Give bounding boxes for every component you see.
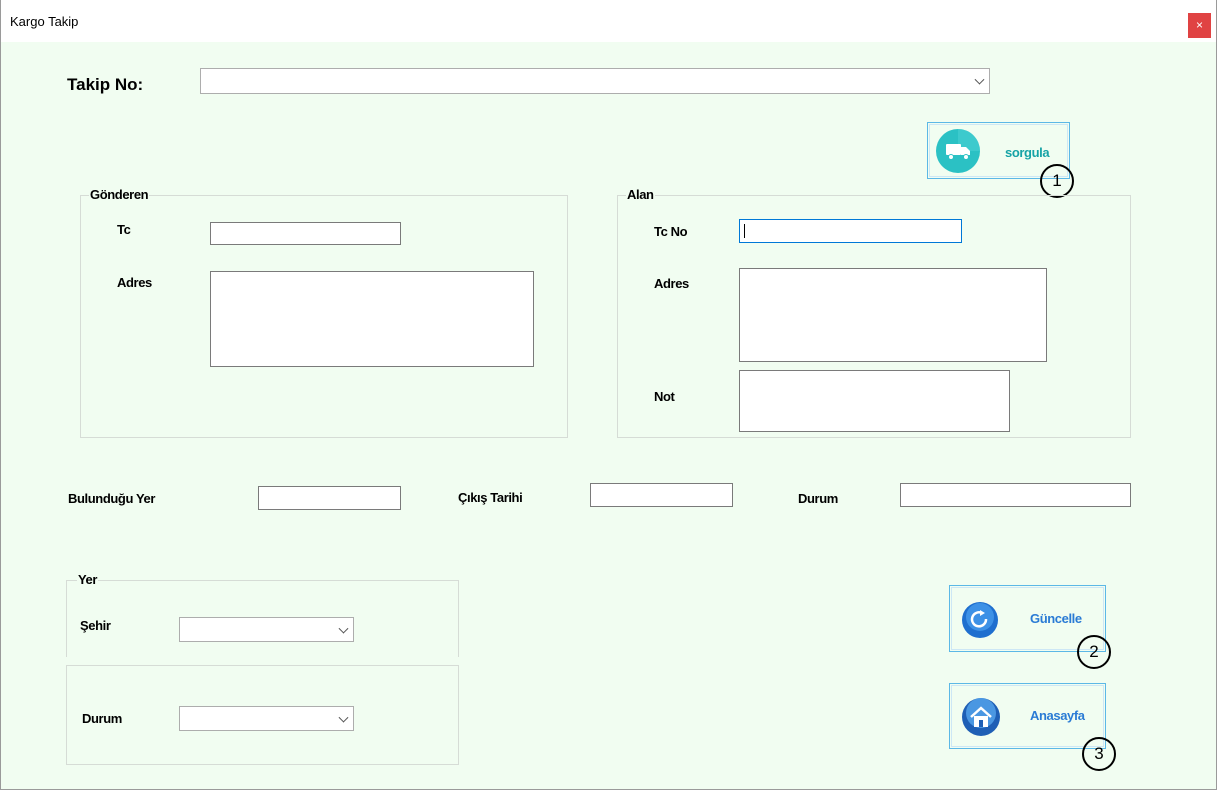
receiver-tc-label: Tc No: [654, 224, 688, 239]
status-input[interactable]: [900, 483, 1131, 507]
truck-icon: [936, 129, 980, 173]
annotation-marker-1: 1: [1040, 164, 1074, 198]
sender-tc-label: Tc: [117, 222, 131, 237]
receiver-address-textarea[interactable]: [739, 268, 1047, 362]
refresh-icon: [962, 602, 998, 638]
chevron-down-icon: [338, 712, 349, 723]
text-caret: [744, 224, 745, 238]
sender-address-textarea[interactable]: [210, 271, 534, 367]
home-button[interactable]: Anasayfa: [949, 683, 1106, 749]
receiver-note-label: Not: [654, 389, 675, 404]
close-icon: ×: [1195, 18, 1203, 32]
annotation-marker-3: 3: [1082, 737, 1116, 771]
receiver-group-title: Alan: [626, 187, 655, 202]
status-label: Durum: [798, 491, 838, 506]
receiver-tc-input[interactable]: [739, 219, 962, 243]
title-bar: Kargo Takip ×: [1, 0, 1216, 42]
receiver-note-textarea[interactable]: [739, 370, 1010, 432]
window-title: Kargo Takip: [10, 14, 79, 29]
query-button-label: sorgula: [1005, 145, 1050, 160]
chevron-down-icon: [974, 74, 985, 85]
place-group-title: Yer: [77, 572, 99, 587]
home-button-label: Anasayfa: [1030, 708, 1085, 723]
chevron-down-icon: [338, 623, 349, 634]
tracking-number-combo[interactable]: [200, 68, 990, 94]
place-status-combo[interactable]: [179, 706, 354, 731]
location-input[interactable]: [258, 486, 401, 510]
close-button[interactable]: ×: [1188, 13, 1211, 38]
receiver-address-label: Adres: [654, 276, 689, 291]
location-label: Bulunduğu Yer: [68, 491, 156, 506]
sender-tc-input[interactable]: [210, 222, 401, 245]
kargo-takip-window: Kargo Takip × Takip No: sorgula 1 Gönder…: [0, 0, 1217, 790]
place-status-label: Durum: [82, 711, 122, 726]
departure-date-label: Çıkış Tarihi: [458, 490, 523, 505]
tracking-label: Takip No:: [67, 75, 144, 94]
city-combo[interactable]: [179, 617, 354, 642]
sender-address-label: Adres: [117, 275, 152, 290]
home-icon: [962, 698, 1000, 736]
annotation-marker-2: 2: [1077, 635, 1111, 669]
departure-date-input[interactable]: [590, 483, 733, 507]
sender-group-title: Gönderen: [89, 187, 150, 202]
city-label: Şehir: [80, 618, 111, 633]
update-button-label: Güncelle: [1030, 611, 1082, 626]
